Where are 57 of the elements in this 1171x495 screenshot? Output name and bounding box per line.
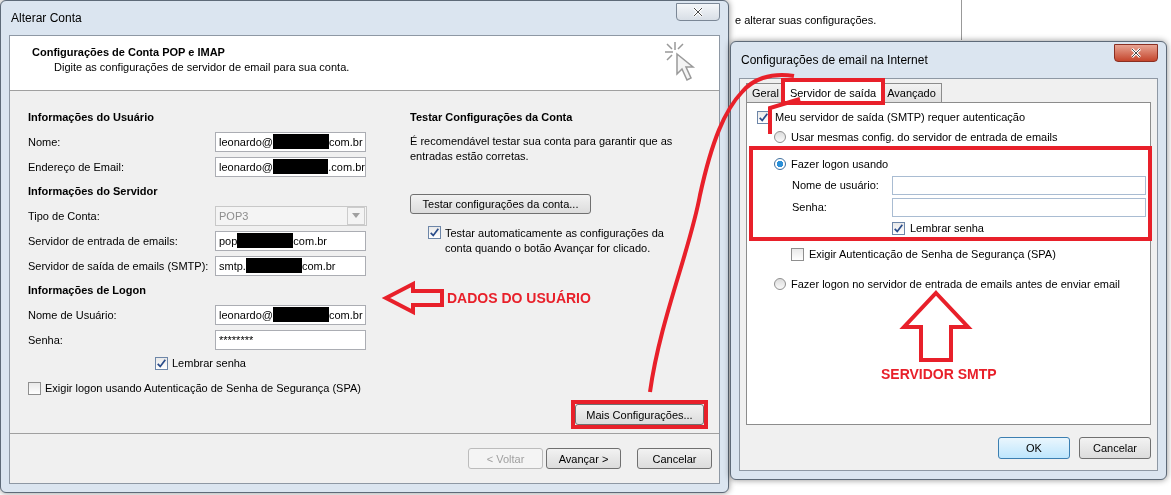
close-button[interactable]	[676, 3, 720, 21]
dialog-heading: Configurações de Conta POP e IMAP	[32, 46, 226, 58]
dialog-button[interactable]: Cancelar	[1079, 436, 1151, 459]
field-label: Nome:	[28, 135, 62, 148]
radio-button[interactable]	[774, 131, 786, 143]
text-field[interactable]: leonardo@ com.br	[215, 304, 366, 325]
text-field[interactable]: leonardo@ com.br	[215, 131, 366, 152]
checkbox[interactable]	[791, 247, 804, 261]
checkbox[interactable]	[892, 221, 905, 235]
checkbox-label: Lembrar senha	[172, 357, 246, 369]
checkbox-label: Exigir Autenticação de Senha de Segurança (SPA)	[809, 248, 1056, 260]
radio-button[interactable]	[774, 158, 786, 170]
field-label: Nome de usuário:	[792, 179, 880, 191]
section-heading: Testar Configurações da Conta	[410, 110, 574, 125]
info-text: É recomendável testar sua conta para garantir que as entradas estão corretas.	[410, 134, 674, 164]
input-field[interactable]	[892, 175, 1146, 195]
checkbox-label: Lembrar senha	[910, 222, 984, 234]
field-label: Senha:	[28, 333, 64, 346]
field-label: Endereço de Email:	[28, 160, 125, 173]
field-label: Servidor de saída de emails (SMTP):	[28, 259, 210, 272]
checkbox-label: Meu servidor de saída (SMTP) requer autenticação	[775, 111, 1026, 123]
section-heading: Informações do Servidor	[28, 184, 159, 199]
dialog-button[interactable]: Cancelar	[637, 448, 712, 469]
background-text: e alterar suas configurações.	[735, 14, 877, 26]
close-icon	[692, 7, 704, 17]
field-label: Senha:	[792, 201, 828, 213]
checkbox-label: Exigir logon usando Autenticação de Senha de Segurança (SPA)	[45, 382, 362, 394]
checkbox[interactable]	[155, 357, 168, 370]
annotation-label: SERVIDOR SMTP	[881, 366, 997, 382]
field-label: Nome de Usuário:	[28, 308, 118, 321]
window-title: Configurações de email na Internet	[740, 53, 928, 67]
outline-arrow	[381, 280, 444, 316]
radio-button[interactable]	[774, 278, 786, 290]
text-field[interactable]: leonardo@ .com.br	[215, 156, 366, 177]
radio-label: Usar mesmas config. do servidor de entrada de emails	[791, 131, 1058, 143]
radio-label: Fazer logon no servidor de entrada de emails antes de enviar email	[791, 278, 1120, 290]
text-field[interactable]: pop com.br	[215, 230, 366, 251]
checkbox[interactable]	[28, 382, 41, 395]
input-field[interactable]	[892, 197, 1146, 217]
text-field[interactable]: ********	[215, 329, 366, 350]
dialog-button[interactable]: OK	[998, 436, 1070, 459]
field-label: Tipo de Conta:	[28, 209, 101, 222]
test-account-button[interactable]: Testar configurações da conta...	[410, 194, 591, 214]
section-heading: Informações de Logon	[28, 283, 147, 298]
section-heading: Informações do Usuário	[28, 110, 155, 125]
dialog-button[interactable]: Avançar >	[546, 448, 621, 469]
close-button[interactable]	[1114, 44, 1158, 62]
radio-label: Fazer logon usando	[791, 158, 889, 170]
checkbox[interactable]	[428, 226, 441, 239]
dialog-subtitle: Digite as configurações de servidor de email para sua conta.	[54, 61, 350, 73]
field-label: Servidor de entrada de emails:	[28, 234, 179, 247]
annotation-label: DADOS DO USUÁRIO	[447, 290, 591, 306]
checkbox-label: Testar automaticamente as configurações da conta quando o botão Avançar for clicado.	[445, 226, 665, 256]
window-title: Alterar Conta	[10, 11, 82, 25]
close-icon	[1130, 48, 1142, 58]
text-field[interactable]: smtp. com.br	[215, 255, 366, 276]
tab[interactable]: Servidor de saída	[783, 81, 883, 103]
